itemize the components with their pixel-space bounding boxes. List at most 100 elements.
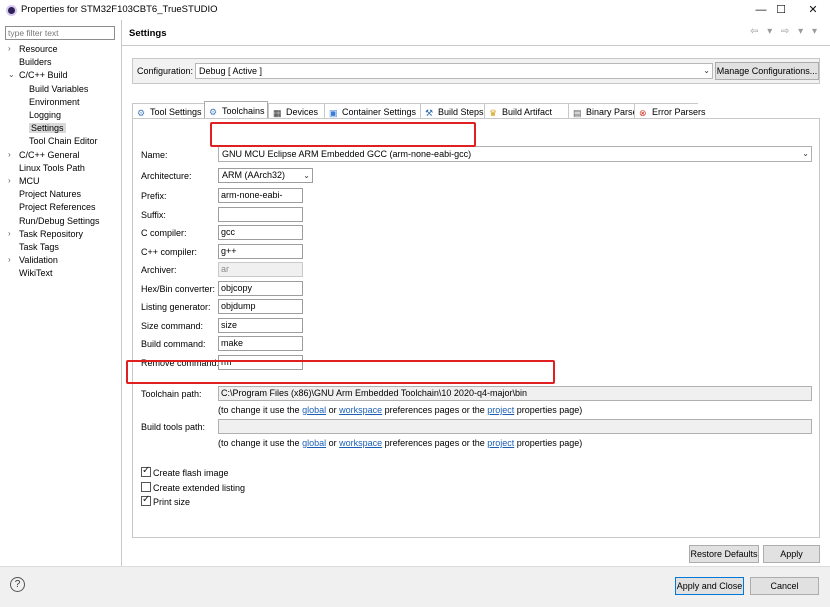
sidebar-item-task-tags[interactable]: Task Tags [19,242,59,252]
checkbox-label: Print size [153,497,191,507]
gear-icon: ⚙ [137,108,146,118]
checkbox-label: Create flash image [153,468,229,478]
sidebar-item-c-c-general[interactable]: C/C++ General [19,150,80,160]
sidebar-item-wikitext[interactable]: WikiText [19,268,53,278]
apply-button[interactable]: Apply [763,545,820,563]
sidebar-item-mcu[interactable]: MCU [19,176,40,186]
prefix-label: Prefix: [141,191,167,201]
workspace-preferences-link[interactable]: workspace [339,405,382,415]
listing-generator-field[interactable]: objdump [218,299,303,314]
error-icon: ⊗ [639,108,647,118]
manage-configurations-button[interactable]: Manage Configurations... [715,62,819,80]
sidebar-item-project-natures[interactable]: Project Natures [19,189,81,199]
restore-defaults-button[interactable]: Restore Defaults [689,545,759,563]
listing-generator-label: Listing generator: [141,302,211,312]
configuration-bar: Configuration: Debug [ Active ] ⌄ Manage… [132,58,820,84]
chevron-right-icon[interactable]: › [8,44,11,53]
apply-and-close-button[interactable]: Apply and Close [675,577,744,595]
size-command-field[interactable]: size [218,317,303,333]
checkbox-checked-icon[interactable] [141,465,151,477]
create-flash-image-checkbox[interactable]: Create flash image [141,465,229,478]
configuration-select[interactable]: Debug [ Active ] ⌄ [195,63,713,79]
window-title: Properties for STM32F103CBT6_TrueSTUDIO [21,4,218,15]
tab-label: Build Artifact [502,107,553,117]
checkbox-checked-icon[interactable] [141,494,151,506]
size-command-label: Size command: [141,320,204,331]
suffix-field[interactable] [218,206,303,222]
sidebar-item-validation[interactable]: Validation [19,255,58,265]
sidebar-item-tool-chain-editor[interactable]: Tool Chain Editor [29,136,98,146]
architecture-value: ARM (AArch32) [222,170,286,180]
close-button[interactable]: ✕ [796,0,830,20]
chevron-down-icon: ⌄ [802,149,809,158]
sidebar-item-builders[interactable]: Builders [19,57,52,67]
create-extended-listing-checkbox[interactable]: Create extended listing [141,481,246,493]
architecture-label: Architecture: [141,171,192,181]
tab-label: Container Settings [342,107,417,117]
project-properties-link[interactable]: project [487,438,514,448]
chevron-right-icon[interactable]: › [8,150,11,159]
global-preferences-link[interactable]: global [302,438,326,448]
sidebar-item-build-variables[interactable]: Build Variables [29,84,88,94]
hint-text: preferences pages or the [382,438,488,448]
tab-label: Toolchains [222,106,265,116]
tab-label: Devices [286,107,319,117]
property-tree-pane: type filter text › Resource Builders ⌄ C/C++… [0,20,121,566]
sidebar-item-logging[interactable]: Logging [29,110,61,120]
chevron-down-icon: ⌄ [703,66,710,75]
tab-build-steps[interactable]: ⚒ Build Steps [420,103,484,119]
tab-container-settings[interactable]: ▣ Container Settings [324,103,420,119]
tab-tool-settings[interactable]: ⚙ Tool Settings [132,103,204,119]
binary-icon: ▤ [573,108,582,118]
archiver-field: ar [218,262,303,277]
hex-bin-converter-field[interactable]: objcopy [218,280,303,296]
chevron-down-icon: ⌄ [303,171,310,180]
chevron-right-icon[interactable]: › [8,255,11,264]
sidebar-item-c-c-build[interactable]: C/C++ Build [19,70,68,80]
tab-toolchains[interactable]: ⚙ Toolchains [204,101,268,119]
hint-text: preferences pages or the [382,405,488,415]
chevron-down-icon[interactable]: ⌄ [8,70,15,79]
history-nav-icon[interactable]: ⇦ ▾ ⇨ ▾ ▾ [750,26,820,37]
chevron-right-icon[interactable]: › [8,229,11,238]
sidebar-item-environment[interactable]: Environment [29,97,80,107]
print-size-checkbox[interactable]: Print size [141,494,191,507]
sidebar-item-task-repository[interactable]: Task Repository [19,229,83,239]
sidebar-item-project-references[interactable]: Project References [19,202,96,212]
tab-label: Tool Settings [150,107,202,117]
project-properties-link[interactable]: project [487,405,514,415]
global-preferences-link[interactable]: global [302,405,326,415]
toolchain-path-field[interactable]: C:\Program Files (x86)\GNU Arm Embedded … [218,386,812,401]
sidebar-item-settings[interactable]: Settings [29,123,66,134]
header-divider [122,45,830,46]
help-icon[interactable]: ? [10,577,25,592]
cpp-compiler-label: C++ compiler: [141,246,198,257]
toolchain-name-select[interactable]: GNU MCU Eclipse ARM Embedded GCC (arm-no… [218,146,812,162]
sidebar-item-resource[interactable]: Resource [19,44,58,54]
tab-devices[interactable]: ▦ Devices [268,103,324,119]
toolchains-panel: Name: GNU MCU Eclipse ARM Embedded GCC (… [132,118,820,538]
build-command-label: Build command: [141,339,206,349]
build-command-field[interactable]: make [218,336,303,351]
checkbox-empty-icon[interactable] [141,481,151,492]
build-tools-path-field[interactable] [218,419,812,434]
maximize-button[interactable]: ☐ [764,0,798,20]
sidebar-item-run-debug-settings[interactable]: Run/Debug Settings [19,216,100,226]
chevron-right-icon[interactable]: › [8,176,11,185]
prefix-field[interactable]: arm-none-eabi- [218,188,303,203]
hint-text: (to change it use the [218,438,303,448]
tab-build-artifact[interactable]: ♛ Build Artifact [484,103,568,119]
workspace-preferences-link[interactable]: workspace [339,438,382,448]
architecture-select[interactable]: ARM (AArch32) ⌄ [218,168,313,183]
tab-binary-parsers[interactable]: ▤ Binary Parsers [568,103,645,119]
c-compiler-field[interactable]: gcc [218,225,303,240]
tab-error-parsers[interactable]: ⊗ Error Parsers [634,103,706,119]
cpp-compiler-field[interactable]: g++ [218,243,303,259]
filter-input[interactable]: type filter text [5,26,115,40]
build-tools-path-label: Build tools path: [141,422,206,432]
cancel-button[interactable]: Cancel [750,577,819,595]
trophy-icon: ♛ [489,108,498,118]
checkbox-label: Create extended listing [153,482,246,493]
hex-bin-converter-label: Hex/Bin converter: [141,283,216,294]
sidebar-item-linux-tools-path[interactable]: Linux Tools Path [19,163,85,173]
